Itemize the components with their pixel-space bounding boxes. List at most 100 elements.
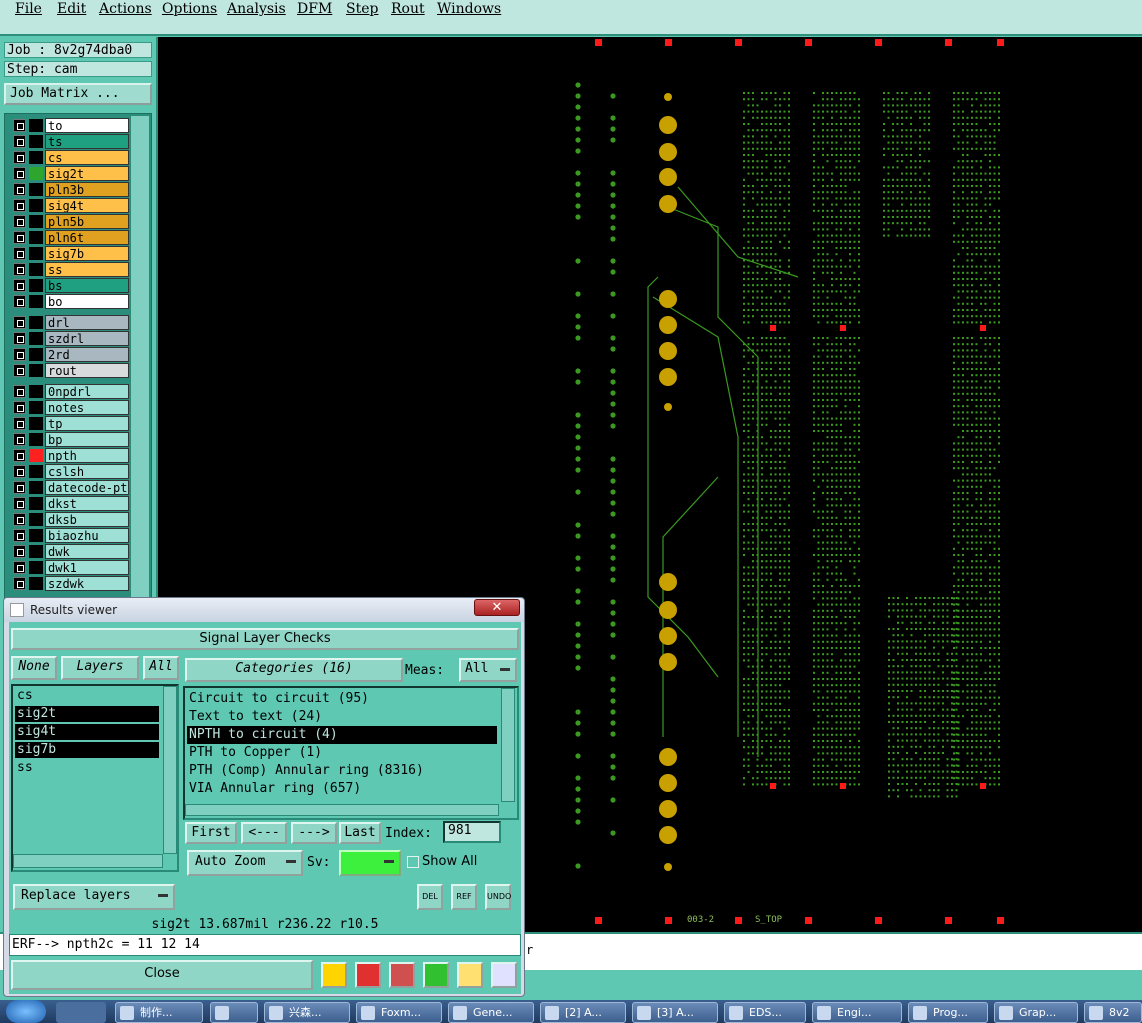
half-icon[interactable] bbox=[423, 962, 449, 988]
meas-dropdown[interactable]: All bbox=[459, 658, 517, 682]
window-close-button[interactable]: ✕ bbox=[474, 599, 520, 616]
layer-color-swatch[interactable] bbox=[29, 545, 43, 558]
layer-color-swatch[interactable] bbox=[29, 183, 43, 196]
export-icon[interactable] bbox=[355, 962, 381, 988]
layer-checkbox[interactable] bbox=[13, 577, 26, 590]
start-button[interactable] bbox=[6, 1000, 46, 1023]
layer-row-cs[interactable]: cs bbox=[13, 150, 131, 165]
layer-name[interactable]: bo bbox=[45, 294, 129, 309]
results-layer-item[interactable]: ss bbox=[15, 760, 159, 776]
layer-name[interactable]: npth bbox=[45, 448, 129, 463]
taskbar-item[interactable]: Foxm... bbox=[356, 1002, 442, 1023]
layer-row-npth[interactable]: npth bbox=[13, 448, 131, 463]
layer-checkbox[interactable] bbox=[13, 151, 26, 164]
layer-checkbox[interactable] bbox=[13, 215, 26, 228]
layer-row-sig2t[interactable]: sig2t bbox=[13, 166, 131, 181]
layer-name[interactable]: 0npdrl bbox=[45, 384, 129, 399]
delete-report-icon[interactable] bbox=[389, 962, 415, 988]
layer-color-swatch[interactable] bbox=[29, 199, 43, 212]
layer-row-bs[interactable]: bs bbox=[13, 278, 131, 293]
category-item[interactable]: Circuit to circuit (95) bbox=[187, 690, 497, 708]
layer-checkbox[interactable] bbox=[13, 513, 26, 526]
layer-checkbox[interactable] bbox=[13, 348, 26, 361]
layer-row-biaozhu[interactable]: biaozhu bbox=[13, 528, 131, 543]
layer-row-sig4t[interactable]: sig4t bbox=[13, 198, 131, 213]
taskbar-item[interactable]: Grap... bbox=[994, 1002, 1078, 1023]
layer-checkbox[interactable] bbox=[13, 167, 26, 180]
layer-checkbox[interactable] bbox=[13, 135, 26, 148]
menu-file[interactable]: File bbox=[15, 1, 42, 17]
layer-color-swatch[interactable] bbox=[29, 417, 43, 430]
layer-name[interactable]: sig4t bbox=[45, 198, 129, 213]
taskbar-item[interactable]: EDS... bbox=[724, 1002, 806, 1023]
job-matrix-button[interactable]: Job Matrix ... bbox=[4, 83, 152, 105]
layer-checkbox[interactable] bbox=[13, 231, 26, 244]
menu-actions[interactable]: Actions bbox=[99, 1, 152, 17]
taskbar-item[interactable]: 制作... bbox=[115, 1002, 203, 1023]
layer-row-notes[interactable]: notes bbox=[13, 400, 131, 415]
layer-color-swatch[interactable] bbox=[29, 316, 43, 329]
taskbar-item[interactable]: 8v2 bbox=[1084, 1002, 1142, 1023]
category-item[interactable]: PTH to Copper (1) bbox=[187, 744, 497, 762]
layer-row-pln6t[interactable]: pln6t bbox=[13, 230, 131, 245]
layers-list-vscroll[interactable] bbox=[163, 686, 177, 854]
layer-row-2rd[interactable]: 2rd bbox=[13, 347, 131, 362]
layer-checkbox[interactable] bbox=[13, 119, 26, 132]
notes-icon[interactable] bbox=[457, 962, 483, 988]
layer-checkbox[interactable] bbox=[13, 183, 26, 196]
layer-row-bp[interactable]: bp bbox=[13, 432, 131, 447]
layer-name[interactable]: rout bbox=[45, 363, 129, 378]
show-all-checkbox[interactable] bbox=[407, 856, 419, 868]
layer-checkbox[interactable] bbox=[13, 545, 26, 558]
layer-row-dwk1[interactable]: dwk1 bbox=[13, 560, 131, 575]
layer-name[interactable]: dwk bbox=[45, 544, 129, 559]
layer-color-swatch[interactable] bbox=[29, 167, 43, 180]
layer-name[interactable]: 2rd bbox=[45, 347, 129, 362]
categories-button[interactable]: Categories (16) bbox=[185, 658, 403, 682]
taskbar-item[interactable]: [3] A... bbox=[632, 1002, 718, 1023]
layer-checkbox[interactable] bbox=[13, 364, 26, 377]
layer-row-dkst[interactable]: dkst bbox=[13, 496, 131, 511]
layer-name[interactable]: cs bbox=[45, 150, 129, 165]
layer-checkbox[interactable] bbox=[13, 561, 26, 574]
categories-list[interactable]: Circuit to circuit (95) Text to text (24)… bbox=[183, 686, 519, 820]
layer-row-cslsh[interactable]: cslsh bbox=[13, 464, 131, 479]
categories-hscroll[interactable] bbox=[185, 804, 499, 816]
layer-row-dwk[interactable]: dwk bbox=[13, 544, 131, 559]
layer-checkbox[interactable] bbox=[13, 263, 26, 276]
layer-row-bo[interactable]: bo bbox=[13, 294, 131, 309]
layers-list[interactable]: cs sig2t sig4t sig7b ss bbox=[11, 684, 179, 872]
none-button[interactable]: None bbox=[11, 656, 57, 680]
layer-name[interactable]: tp bbox=[45, 416, 129, 431]
layer-color-swatch[interactable] bbox=[29, 465, 43, 478]
layer-checkbox[interactable] bbox=[13, 417, 26, 430]
layer-checkbox[interactable] bbox=[13, 401, 26, 414]
layer-color-swatch[interactable] bbox=[29, 279, 43, 292]
layers-button[interactable]: Layers bbox=[61, 656, 139, 680]
layer-row-tp[interactable]: tp bbox=[13, 416, 131, 431]
menu-edit[interactable]: Edit bbox=[57, 1, 86, 17]
index-field[interactable]: 981 bbox=[443, 821, 501, 843]
taskbar-item[interactable]: 兴森... bbox=[264, 1002, 350, 1023]
layer-checkbox[interactable] bbox=[13, 316, 26, 329]
layer-row-szdrl[interactable]: szdrl bbox=[13, 331, 131, 346]
layer-checkbox[interactable] bbox=[13, 279, 26, 292]
prev-button[interactable]: <--- bbox=[241, 822, 287, 844]
layer-color-swatch[interactable] bbox=[29, 561, 43, 574]
layer-color-swatch[interactable] bbox=[29, 449, 43, 462]
menu-dfm[interactable]: DFM bbox=[297, 1, 332, 17]
next-button[interactable]: ---> bbox=[291, 822, 337, 844]
last-button[interactable]: Last bbox=[339, 822, 381, 844]
layer-name[interactable]: dwk1 bbox=[45, 560, 129, 575]
layer-checkbox[interactable] bbox=[13, 481, 26, 494]
layer-color-swatch[interactable] bbox=[29, 332, 43, 345]
close-button[interactable]: Close bbox=[11, 960, 313, 990]
layer-color-swatch[interactable] bbox=[29, 295, 43, 308]
layers-list-hscroll[interactable] bbox=[13, 854, 163, 868]
menu-windows[interactable]: Windows bbox=[437, 1, 501, 17]
layer-name[interactable]: to bbox=[45, 118, 129, 133]
layer-color-swatch[interactable] bbox=[29, 119, 43, 132]
layer-row-drl[interactable]: drl bbox=[13, 315, 131, 330]
layer-checkbox[interactable] bbox=[13, 247, 26, 260]
layer-color-swatch[interactable] bbox=[29, 247, 43, 260]
